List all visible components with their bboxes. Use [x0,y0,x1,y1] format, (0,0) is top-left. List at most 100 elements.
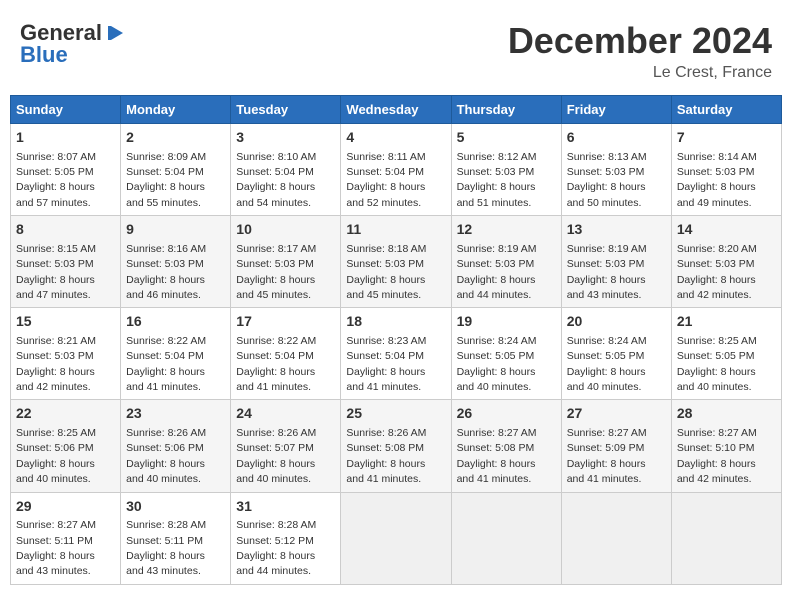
day-info: Sunrise: 8:22 AMSunset: 5:04 PMDaylight:… [236,335,316,393]
day-number: 21 [677,312,776,332]
table-row: 28 Sunrise: 8:27 AMSunset: 5:10 PMDayligh… [671,400,781,492]
day-info: Sunrise: 8:27 AMSunset: 5:11 PMDaylight:… [16,519,96,577]
title-block: December 2024 Le Crest, France [508,20,772,82]
day-info: Sunrise: 8:28 AMSunset: 5:11 PMDaylight:… [126,519,206,577]
day-info: Sunrise: 8:26 AMSunset: 5:06 PMDaylight:… [126,427,206,485]
logo: General Blue [20,20,126,68]
day-info: Sunrise: 8:10 AMSunset: 5:04 PMDaylight:… [236,151,316,209]
day-number: 12 [457,220,556,240]
day-number: 26 [457,404,556,424]
day-number: 24 [236,404,335,424]
day-number: 1 [16,128,115,148]
table-row: 14Sunrise: 8:20 AMSunset: 5:03 PMDayligh… [671,216,781,308]
table-row: 1 Sunrise: 8:07 AMSunset: 5:05 PMDaylight… [11,124,121,216]
day-number: 7 [677,128,776,148]
day-info: Sunrise: 8:09 AMSunset: 5:04 PMDaylight:… [126,151,206,209]
calendar-title: December 2024 [508,20,772,62]
day-info: Sunrise: 8:24 AMSunset: 5:05 PMDaylight:… [567,335,647,393]
table-row: 20 Sunrise: 8:24 AMSunset: 5:05 PMDayligh… [561,308,671,400]
day-number: 27 [567,404,666,424]
day-info: Sunrise: 8:13 AMSunset: 5:03 PMDaylight:… [567,151,647,209]
day-info: Sunrise: 8:15 AMSunset: 5:03 PMDaylight:… [16,243,96,301]
table-row: 10 Sunrise: 8:17 AMSunset: 5:03 PMDayligh… [231,216,341,308]
day-info: Sunrise: 8:11 AMSunset: 5:04 PMDaylight:… [346,151,425,209]
logo-icon [103,22,125,44]
calendar-week-row: 1 Sunrise: 8:07 AMSunset: 5:05 PMDaylight… [11,124,782,216]
table-row [561,492,671,584]
day-number: 10 [236,220,335,240]
day-info: Sunrise: 8:14 AMSunset: 5:03 PMDaylight:… [677,151,757,209]
calendar-week-row: 15Sunrise: 8:21 AMSunset: 5:03 PMDayligh… [11,308,782,400]
day-number: 16 [126,312,225,332]
day-number: 19 [457,312,556,332]
day-info: Sunrise: 8:07 AMSunset: 5:05 PMDaylight:… [16,151,96,209]
col-saturday: Saturday [671,96,781,124]
day-number: 11 [346,220,445,240]
table-row [671,492,781,584]
col-tuesday: Tuesday [231,96,341,124]
calendar-header-row: Sunday Monday Tuesday Wednesday Thursday… [11,96,782,124]
day-number: 8 [16,220,115,240]
day-info: Sunrise: 8:12 AMSunset: 5:03 PMDaylight:… [457,151,537,209]
calendar-week-row: 22 Sunrise: 8:25 AMSunset: 5:06 PMDayligh… [11,400,782,492]
day-number: 6 [567,128,666,148]
day-info: Sunrise: 8:22 AMSunset: 5:04 PMDaylight:… [126,335,206,393]
col-friday: Friday [561,96,671,124]
table-row: 24 Sunrise: 8:26 AMSunset: 5:07 PMDayligh… [231,400,341,492]
day-number: 25 [346,404,445,424]
day-info: Sunrise: 8:19 AMSunset: 5:03 PMDaylight:… [567,243,647,301]
table-row: 25 Sunrise: 8:26 AMSunset: 5:08 PMDayligh… [341,400,451,492]
table-row: 21 Sunrise: 8:25 AMSunset: 5:05 PMDayligh… [671,308,781,400]
table-row: 12 Sunrise: 8:19 AMSunset: 5:03 PMDayligh… [451,216,561,308]
table-row: 19 Sunrise: 8:24 AMSunset: 5:05 PMDayligh… [451,308,561,400]
day-info: Sunrise: 8:18 AMSunset: 5:03 PMDaylight:… [346,243,426,301]
day-info: Sunrise: 8:25 AMSunset: 5:05 PMDaylight:… [677,335,757,393]
day-number: 13 [567,220,666,240]
table-row: 3 Sunrise: 8:10 AMSunset: 5:04 PMDaylight… [231,124,341,216]
day-info: Sunrise: 8:25 AMSunset: 5:06 PMDaylight:… [16,427,96,485]
table-row [451,492,561,584]
day-info: Sunrise: 8:24 AMSunset: 5:05 PMDaylight:… [457,335,537,393]
day-number: 29 [16,497,115,517]
day-info: Sunrise: 8:16 AMSunset: 5:03 PMDaylight:… [126,243,206,301]
day-info: Sunrise: 8:19 AMSunset: 5:03 PMDaylight:… [457,243,537,301]
table-row: 5Sunrise: 8:12 AMSunset: 5:03 PMDaylight… [451,124,561,216]
table-row: 22 Sunrise: 8:25 AMSunset: 5:06 PMDayligh… [11,400,121,492]
table-row: 6 Sunrise: 8:13 AMSunset: 5:03 PMDaylight… [561,124,671,216]
day-info: Sunrise: 8:27 AMSunset: 5:10 PMDaylight:… [677,427,757,485]
day-info: Sunrise: 8:21 AMSunset: 5:03 PMDaylight:… [16,335,96,393]
table-row: 11 Sunrise: 8:18 AMSunset: 5:03 PMDayligh… [341,216,451,308]
day-number: 18 [346,312,445,332]
col-wednesday: Wednesday [341,96,451,124]
day-number: 28 [677,404,776,424]
table-row: 9 Sunrise: 8:16 AMSunset: 5:03 PMDaylight… [121,216,231,308]
calendar-table: Sunday Monday Tuesday Wednesday Thursday… [10,95,782,585]
day-number: 23 [126,404,225,424]
day-number: 20 [567,312,666,332]
day-number: 3 [236,128,335,148]
day-info: Sunrise: 8:23 AMSunset: 5:04 PMDaylight:… [346,335,426,393]
day-info: Sunrise: 8:26 AMSunset: 5:07 PMDaylight:… [236,427,316,485]
table-row: 7 Sunrise: 8:14 AMSunset: 5:03 PMDaylight… [671,124,781,216]
day-number: 9 [126,220,225,240]
day-info: Sunrise: 8:17 AMSunset: 5:03 PMDaylight:… [236,243,316,301]
day-number: 30 [126,497,225,517]
day-number: 17 [236,312,335,332]
day-number: 31 [236,497,335,517]
table-row: 4Sunrise: 8:11 AMSunset: 5:04 PMDaylight… [341,124,451,216]
day-info: Sunrise: 8:27 AMSunset: 5:09 PMDaylight:… [567,427,647,485]
page-header: General Blue December 2024 Le Crest, Fra… [10,10,782,87]
table-row: 26 Sunrise: 8:27 AMSunset: 5:08 PMDayligh… [451,400,561,492]
col-thursday: Thursday [451,96,561,124]
table-row: 27 Sunrise: 8:27 AMSunset: 5:09 PMDayligh… [561,400,671,492]
calendar-subtitle: Le Crest, France [508,64,772,82]
table-row: 15Sunrise: 8:21 AMSunset: 5:03 PMDayligh… [11,308,121,400]
day-info: Sunrise: 8:26 AMSunset: 5:08 PMDaylight:… [346,427,426,485]
table-row: 13 Sunrise: 8:19 AMSunset: 5:03 PMDayligh… [561,216,671,308]
day-number: 22 [16,404,115,424]
calendar-week-row: 8 Sunrise: 8:15 AMSunset: 5:03 PMDaylight… [11,216,782,308]
day-number: 14 [677,220,776,240]
table-row: 30Sunrise: 8:28 AMSunset: 5:11 PMDayligh… [121,492,231,584]
day-info: Sunrise: 8:27 AMSunset: 5:08 PMDaylight:… [457,427,537,485]
day-info: Sunrise: 8:28 AMSunset: 5:12 PMDaylight:… [236,519,316,577]
